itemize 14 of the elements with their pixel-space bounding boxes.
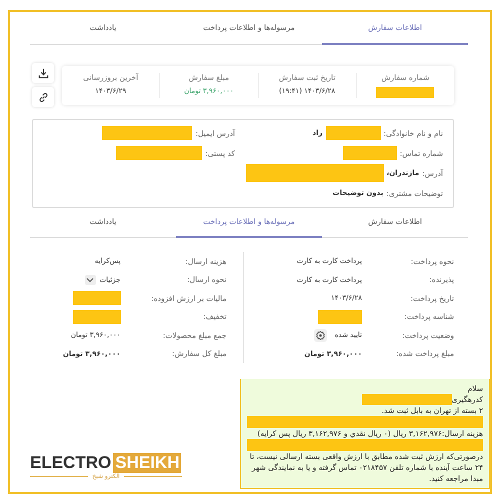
settings-icon[interactable] bbox=[314, 328, 327, 342]
logo-text: ELECTRO bbox=[30, 453, 112, 473]
link-icon bbox=[38, 92, 48, 102]
download-button[interactable] bbox=[32, 63, 54, 83]
copy-link-button[interactable] bbox=[32, 87, 54, 107]
redaction-block bbox=[72, 310, 120, 324]
redaction-block bbox=[326, 126, 381, 140]
chevron-down-icon bbox=[86, 276, 94, 283]
download-icon bbox=[38, 68, 48, 78]
redaction-block bbox=[318, 310, 362, 324]
redaction-block bbox=[376, 86, 434, 98]
redaction-block bbox=[342, 146, 397, 160]
redaction-block bbox=[72, 291, 120, 306]
logo-text: SHEIKH bbox=[113, 453, 182, 473]
